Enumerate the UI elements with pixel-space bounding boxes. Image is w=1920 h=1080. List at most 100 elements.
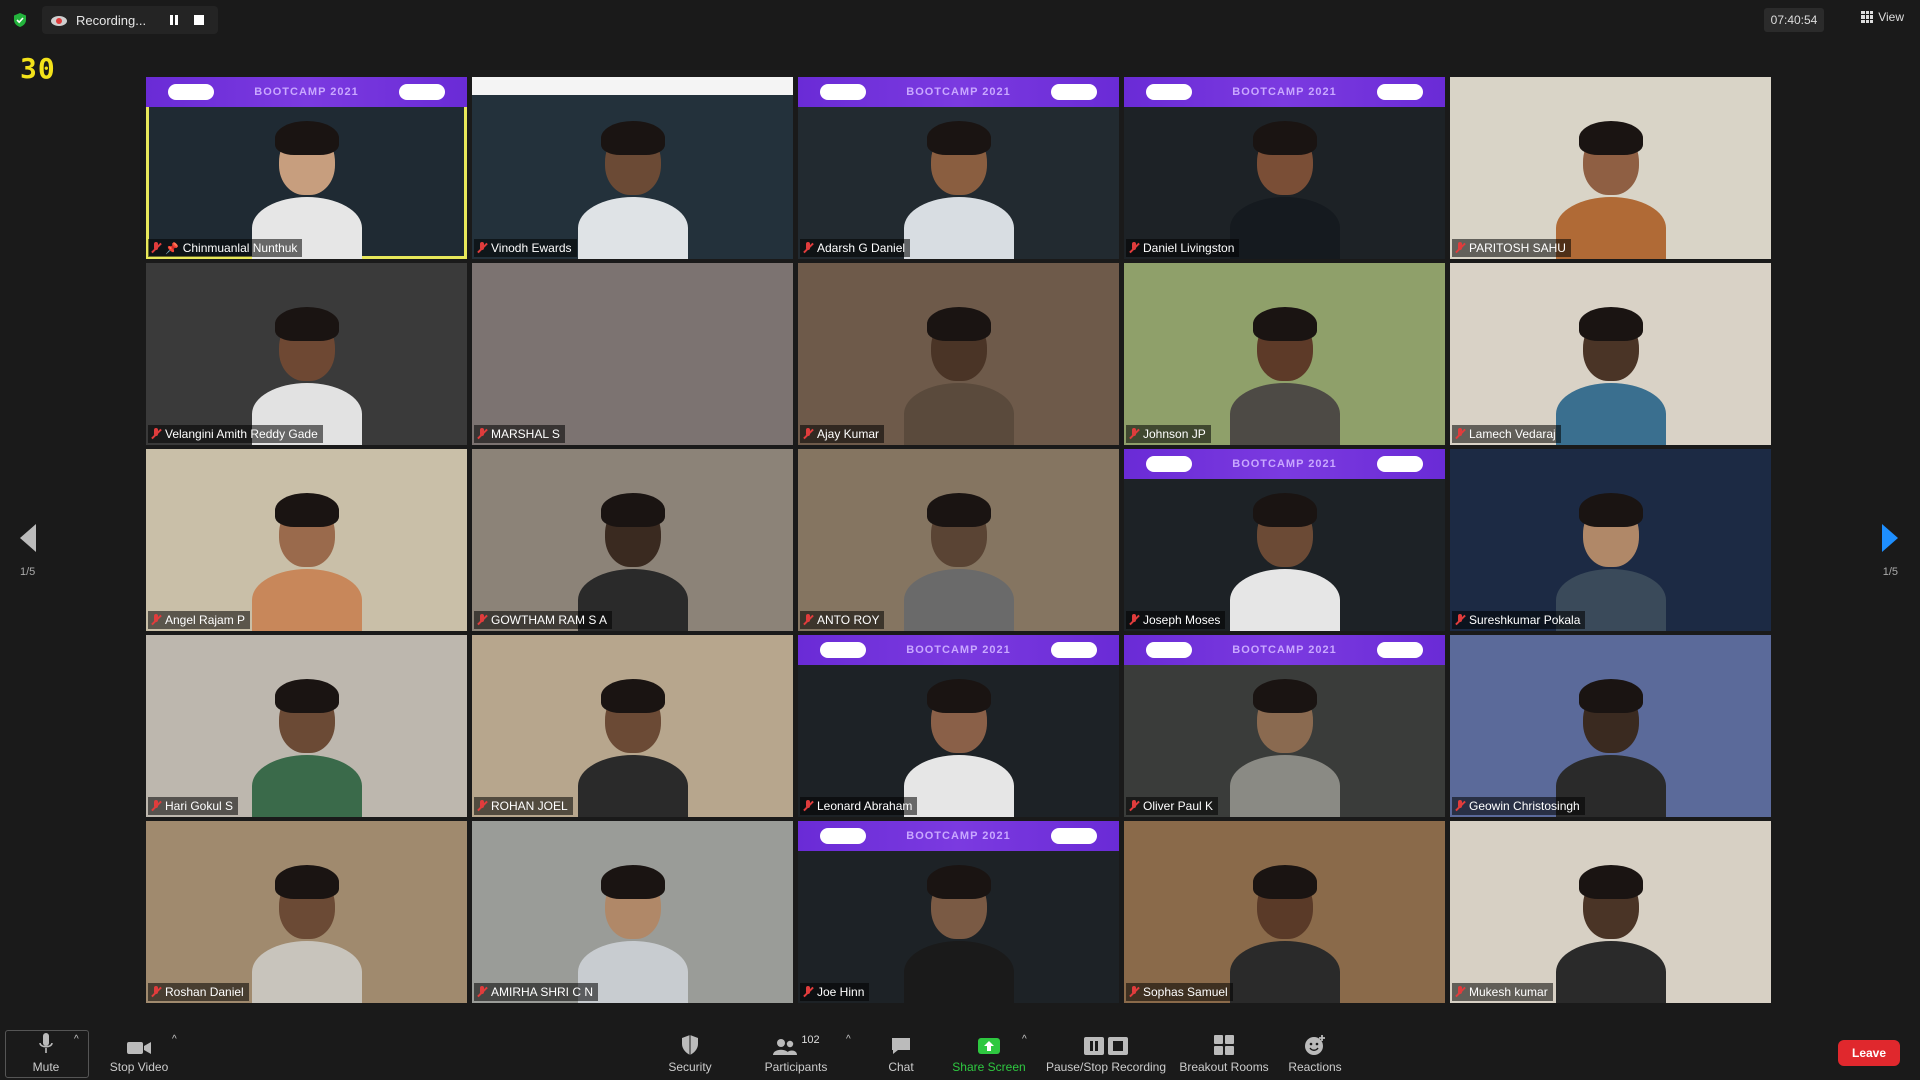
participant-video-feed <box>251 295 362 445</box>
participant-nameplate: GOWTHAM RAM S A <box>474 611 613 629</box>
pin-icon: 📌 <box>165 242 179 255</box>
participant-nameplate: Ajay Kumar <box>800 425 885 443</box>
muted-microphone-icon <box>1129 986 1139 998</box>
participant-name: Johnson JP <box>1143 427 1206 441</box>
grid-view-icon <box>1861 11 1874 23</box>
participant-video-tile[interactable]: Hari Gokul S <box>146 635 467 817</box>
participant-video-feed <box>1555 481 1666 631</box>
muted-microphone-icon <box>477 428 487 440</box>
participants-count: 102 <box>801 1034 820 1046</box>
previous-page-arrow-icon[interactable] <box>20 524 36 552</box>
security-button[interactable]: Security <box>660 1030 720 1074</box>
participant-video-tile[interactable]: Johnson JP <box>1124 263 1445 445</box>
virtual-background-banner <box>472 77 793 95</box>
top-bar: Recording... 07:40:54 View <box>0 0 1920 40</box>
participants-button[interactable]: 102 Participants <box>758 1030 834 1074</box>
muted-microphone-icon <box>803 614 813 626</box>
participant-video-tile[interactable]: BOOTCAMP 2021 📌 Chinmuanlal Nunthuk <box>146 77 467 259</box>
leave-button[interactable]: Leave <box>1838 1040 1900 1066</box>
breakout-rooms-button[interactable]: Breakout Rooms <box>1178 1030 1270 1074</box>
share-options-caret-icon[interactable]: ^ <box>1022 1034 1027 1045</box>
virtual-background-banner: BOOTCAMP 2021 <box>146 77 467 107</box>
chat-bubble-icon <box>892 1038 910 1054</box>
participant-name: Mukesh kumar <box>1469 985 1548 999</box>
participant-video-tile[interactable]: MARSHAL S <box>472 263 793 445</box>
stop-icon[interactable] <box>194 15 204 25</box>
participant-video-feed <box>1229 667 1340 817</box>
participant-video-tile[interactable]: Mukesh kumar <box>1450 821 1771 1003</box>
participant-video-tile[interactable]: Ajay Kumar <box>798 263 1119 445</box>
stop-video-button[interactable]: Stop Video <box>104 1030 174 1074</box>
participant-video-tile[interactable]: Lamech Vedaraj <box>1450 263 1771 445</box>
pause-icon[interactable] <box>168 14 180 26</box>
participant-video-feed <box>1555 109 1666 259</box>
stop-video-label: Stop Video <box>109 1060 169 1074</box>
participant-video-feed <box>1229 109 1340 259</box>
next-page-arrow-icon[interactable] <box>1882 524 1898 552</box>
shield-icon[interactable] <box>12 12 28 28</box>
pause-stop-recording-button[interactable]: Pause/Stop Recording <box>1044 1030 1168 1074</box>
participant-name: Chinmuanlal Nunthuk <box>182 241 298 255</box>
participant-video-tile[interactable]: Angel Rajam P <box>146 449 467 631</box>
meeting-timer: 07:40:54 <box>1764 8 1824 32</box>
participant-video-tile[interactable]: Geowin Christosingh <box>1450 635 1771 817</box>
participant-name: Angel Rajam P <box>165 613 246 627</box>
participant-nameplate: Hari Gokul S <box>148 797 239 815</box>
participant-nameplate: Sureshkumar Pokala <box>1452 611 1586 629</box>
participant-video-tile[interactable]: BOOTCAMP 2021 Leonard Abraham <box>798 635 1119 817</box>
share-screen-button[interactable]: Share Screen <box>950 1030 1028 1074</box>
participant-video-feed <box>903 481 1014 631</box>
participant-video-feed <box>1229 481 1340 631</box>
participants-options-caret-icon[interactable]: ^ <box>846 1034 851 1045</box>
meeting-toolbar: Mute ^ Stop Video ^ Security 102 Partici… <box>0 1026 1920 1080</box>
participant-video-tile[interactable]: Vinodh Ewards <box>472 77 793 259</box>
chat-button[interactable]: Chat <box>876 1030 926 1074</box>
participant-video-tile[interactable]: BOOTCAMP 2021 Oliver Paul K <box>1124 635 1445 817</box>
participant-video-tile[interactable]: PARITOSH SAHU <box>1450 77 1771 259</box>
participant-video-tile[interactable]: BOOTCAMP 2021 Joe Hinn <box>798 821 1119 1003</box>
participant-nameplate: Sophas Samuel <box>1126 983 1233 1001</box>
participant-name: Geowin Christosingh <box>1469 799 1580 813</box>
participant-video-tile[interactable]: Roshan Daniel <box>146 821 467 1003</box>
muted-microphone-icon <box>1129 242 1139 254</box>
muted-microphone-icon <box>151 242 161 254</box>
participant-video-feed <box>577 109 688 259</box>
participant-nameplate: Roshan Daniel <box>148 983 249 1001</box>
muted-microphone-icon <box>477 614 487 626</box>
participant-video-tile[interactable]: BOOTCAMP 2021 Daniel Livingston <box>1124 77 1445 259</box>
participant-nameplate: Angel Rajam P <box>148 611 251 629</box>
participant-video-feed <box>903 109 1014 259</box>
participant-nameplate: AMIRHA SHRI C N <box>474 983 599 1001</box>
participant-nameplate: ROHAN JOEL <box>474 797 573 815</box>
video-camera-icon <box>127 1042 151 1054</box>
participant-name: Roshan Daniel <box>165 985 244 999</box>
participant-name: AMIRHA SHRI C N <box>491 985 594 999</box>
mute-options-caret-icon[interactable]: ^ <box>74 1034 79 1045</box>
participant-video-tile[interactable]: BOOTCAMP 2021 Adarsh G Daniel <box>798 77 1119 259</box>
participant-video-feed <box>577 853 688 1003</box>
participants-icon <box>773 1039 798 1055</box>
reactions-button[interactable]: Reactions <box>1284 1030 1346 1074</box>
muted-microphone-icon <box>1129 800 1139 812</box>
participant-video-tile[interactable]: ROHAN JOEL <box>472 635 793 817</box>
participant-name: PARITOSH SAHU <box>1469 241 1566 255</box>
virtual-background-banner: BOOTCAMP 2021 <box>798 77 1119 107</box>
participant-nameplate: Mukesh kumar <box>1452 983 1553 1001</box>
participant-video-tile[interactable]: GOWTHAM RAM S A <box>472 449 793 631</box>
participant-video-tile[interactable]: Velangini Amith Reddy Gade <box>146 263 467 445</box>
participant-video-tile[interactable]: BOOTCAMP 2021 Joseph Moses <box>1124 449 1445 631</box>
virtual-background-banner: BOOTCAMP 2021 <box>798 635 1119 665</box>
participant-video-feed <box>1555 295 1666 445</box>
chat-label: Chat <box>888 1060 914 1074</box>
participant-video-tile[interactable]: ANTO ROY <box>798 449 1119 631</box>
participant-nameplate: PARITOSH SAHU <box>1452 239 1571 257</box>
muted-microphone-icon <box>1129 614 1139 626</box>
video-options-caret-icon[interactable]: ^ <box>172 1034 177 1045</box>
participant-video-feed <box>903 853 1014 1003</box>
participant-name: GOWTHAM RAM S A <box>491 613 608 627</box>
participant-video-tile[interactable]: Sureshkumar Pokala <box>1450 449 1771 631</box>
view-button[interactable]: View <box>1861 10 1904 24</box>
participant-video-tile[interactable]: Sophas Samuel <box>1124 821 1445 1003</box>
participant-video-tile[interactable]: AMIRHA SHRI C N <box>472 821 793 1003</box>
participant-nameplate: Velangini Amith Reddy Gade <box>148 425 323 443</box>
